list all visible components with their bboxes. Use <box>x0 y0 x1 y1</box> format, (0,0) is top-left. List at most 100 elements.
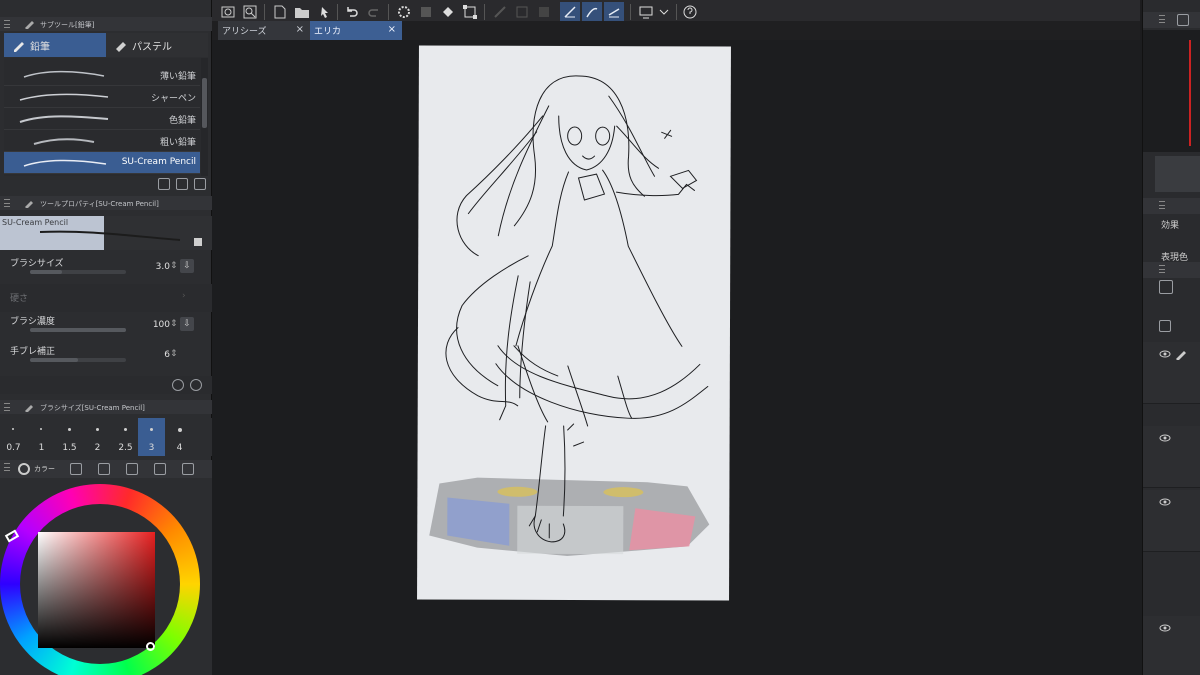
property-value[interactable]: 6 <box>140 350 170 360</box>
color-picker-handle[interactable] <box>146 642 155 651</box>
pressure-button[interactable]: ⇩ <box>180 259 194 273</box>
drawing-canvas[interactable] <box>417 45 731 601</box>
color-panel-tabs: カラー <box>0 460 212 478</box>
brush-density-slider[interactable] <box>30 328 126 332</box>
list-item[interactable]: シャーペン <box>4 86 200 108</box>
layer-item[interactable] <box>1143 616 1200 675</box>
color-wheel-icon[interactable] <box>18 463 30 475</box>
close-icon[interactable]: × <box>388 24 396 35</box>
color-slider-tab-icon[interactable] <box>70 463 82 475</box>
snap-curve-icon[interactable] <box>582 2 602 22</box>
size-option[interactable]: 0.7 <box>0 418 27 456</box>
panel-title: カラー <box>34 465 55 473</box>
tab-pastel[interactable]: パステル <box>106 33 208 57</box>
drag-handle-icon[interactable] <box>4 463 10 471</box>
help-icon[interactable] <box>680 2 700 22</box>
snap-icon[interactable] <box>512 2 532 22</box>
canvas-area[interactable] <box>212 40 1142 675</box>
new-file-icon[interactable] <box>270 2 290 22</box>
tab-pencil[interactable]: 鉛筆 <box>4 33 106 57</box>
spinner-icon[interactable]: ⇕ <box>170 319 178 329</box>
size-option[interactable]: 1.5 <box>56 418 83 456</box>
undo-icon[interactable] <box>342 2 362 22</box>
tab-label: エリカ <box>314 27 342 37</box>
brush-name: 薄い鉛筆 <box>159 72 196 82</box>
chevron-down-icon[interactable] <box>654 2 674 22</box>
clear-icon[interactable] <box>394 2 414 22</box>
history-tab-icon[interactable] <box>182 463 194 475</box>
size-option[interactable]: 4 <box>166 418 193 456</box>
trash-icon[interactable] <box>194 178 206 190</box>
scrollbar[interactable] <box>201 58 208 176</box>
brush-stroke-preview <box>23 70 105 78</box>
size-option[interactable]: 1 <box>28 418 55 456</box>
snap-ruler-icon[interactable] <box>560 2 580 22</box>
size-dot <box>96 428 99 431</box>
drag-handle-icon[interactable] <box>1159 15 1165 23</box>
list-item[interactable]: 粗い鉛筆 <box>4 130 200 152</box>
download-icon[interactable] <box>158 178 170 190</box>
close-icon[interactable]: × <box>296 24 304 35</box>
eye-icon[interactable] <box>1159 624 1171 632</box>
spinner-icon[interactable]: ⇕ <box>170 261 178 271</box>
drag-handle-icon[interactable] <box>4 199 10 207</box>
layer-icon[interactable] <box>416 2 436 22</box>
hand-tool-icon[interactable] <box>218 2 238 22</box>
settings-icon[interactable] <box>172 379 184 391</box>
eye-icon[interactable] <box>1159 498 1171 506</box>
chevron-right-icon: › <box>182 291 186 301</box>
navigator-icon[interactable] <box>1177 14 1189 26</box>
brush-size-slider[interactable] <box>30 270 126 274</box>
tab-document-2[interactable]: エリカ × <box>310 21 402 40</box>
scroll-thumb[interactable] <box>202 78 207 128</box>
layer-item[interactable] <box>1143 426 1200 488</box>
list-item-selected[interactable]: SU-Cream Pencil <box>4 152 200 174</box>
search-icon[interactable] <box>190 379 202 391</box>
intermediate-color-tab-icon[interactable] <box>126 463 138 475</box>
ruler-icon[interactable] <box>490 2 510 22</box>
brush-name: 粗い鉛筆 <box>159 138 196 148</box>
size-option-selected[interactable]: 3 <box>138 418 165 456</box>
pressure-button[interactable]: ⇩ <box>180 317 194 331</box>
stabilization-slider[interactable] <box>30 358 126 362</box>
panel-title: ツールプロパティ[SU-Cream Pencil] <box>40 200 159 208</box>
layer-item[interactable] <box>1143 342 1200 404</box>
list-item[interactable]: 薄い鉛筆 <box>4 64 200 86</box>
open-folder-icon[interactable] <box>292 2 312 22</box>
navigator-controls[interactable] <box>1155 156 1200 192</box>
sub-tool-panel-header: サブツール[鉛筆] <box>0 17 212 31</box>
copy-icon[interactable] <box>176 178 188 190</box>
drag-handle-icon[interactable] <box>4 403 10 411</box>
fill-icon[interactable] <box>438 2 458 22</box>
transform-icon[interactable] <box>460 2 480 22</box>
spinner-icon[interactable]: ⇕ <box>170 349 178 359</box>
saturation-value-square[interactable] <box>38 532 155 648</box>
tab-label: パステル <box>132 42 172 53</box>
layer-mask-icon[interactable] <box>1159 320 1171 332</box>
approx-color-tab-icon[interactable] <box>154 463 166 475</box>
property-value[interactable]: 100 <box>140 320 170 330</box>
redo-icon[interactable] <box>364 2 384 22</box>
size-option[interactable]: 2 <box>84 418 111 456</box>
display-mode-icon[interactable] <box>636 2 656 22</box>
save-icon[interactable] <box>314 2 334 22</box>
brush-density-row: ブラシ濃度 100 ⇕ ⇩ <box>0 312 212 340</box>
size-option[interactable]: 2.5 <box>112 418 139 456</box>
layer-item[interactable] <box>1143 490 1200 552</box>
color-set-tab-icon[interactable] <box>98 463 110 475</box>
brush-stroke-preview <box>33 138 95 145</box>
snap-special-icon[interactable] <box>604 2 624 22</box>
drag-handle-icon[interactable] <box>1159 201 1165 209</box>
tab-document-1[interactable]: アリシーズ × <box>218 21 310 40</box>
eye-icon[interactable] <box>1159 434 1171 442</box>
drag-handle-icon[interactable] <box>1159 265 1165 273</box>
grid-icon[interactable] <box>534 2 554 22</box>
list-item[interactable]: 色鉛筆 <box>4 108 200 130</box>
drag-handle-icon[interactable] <box>4 20 10 28</box>
blend-mode-icon[interactable] <box>1159 280 1173 294</box>
zoom-tool-icon[interactable] <box>240 2 260 22</box>
slider-fill <box>30 358 78 362</box>
eye-icon[interactable] <box>1159 350 1171 358</box>
panel-title: ブラシサイズ[SU-Cream Pencil] <box>40 404 145 412</box>
property-value[interactable]: 3.0 <box>140 262 170 272</box>
